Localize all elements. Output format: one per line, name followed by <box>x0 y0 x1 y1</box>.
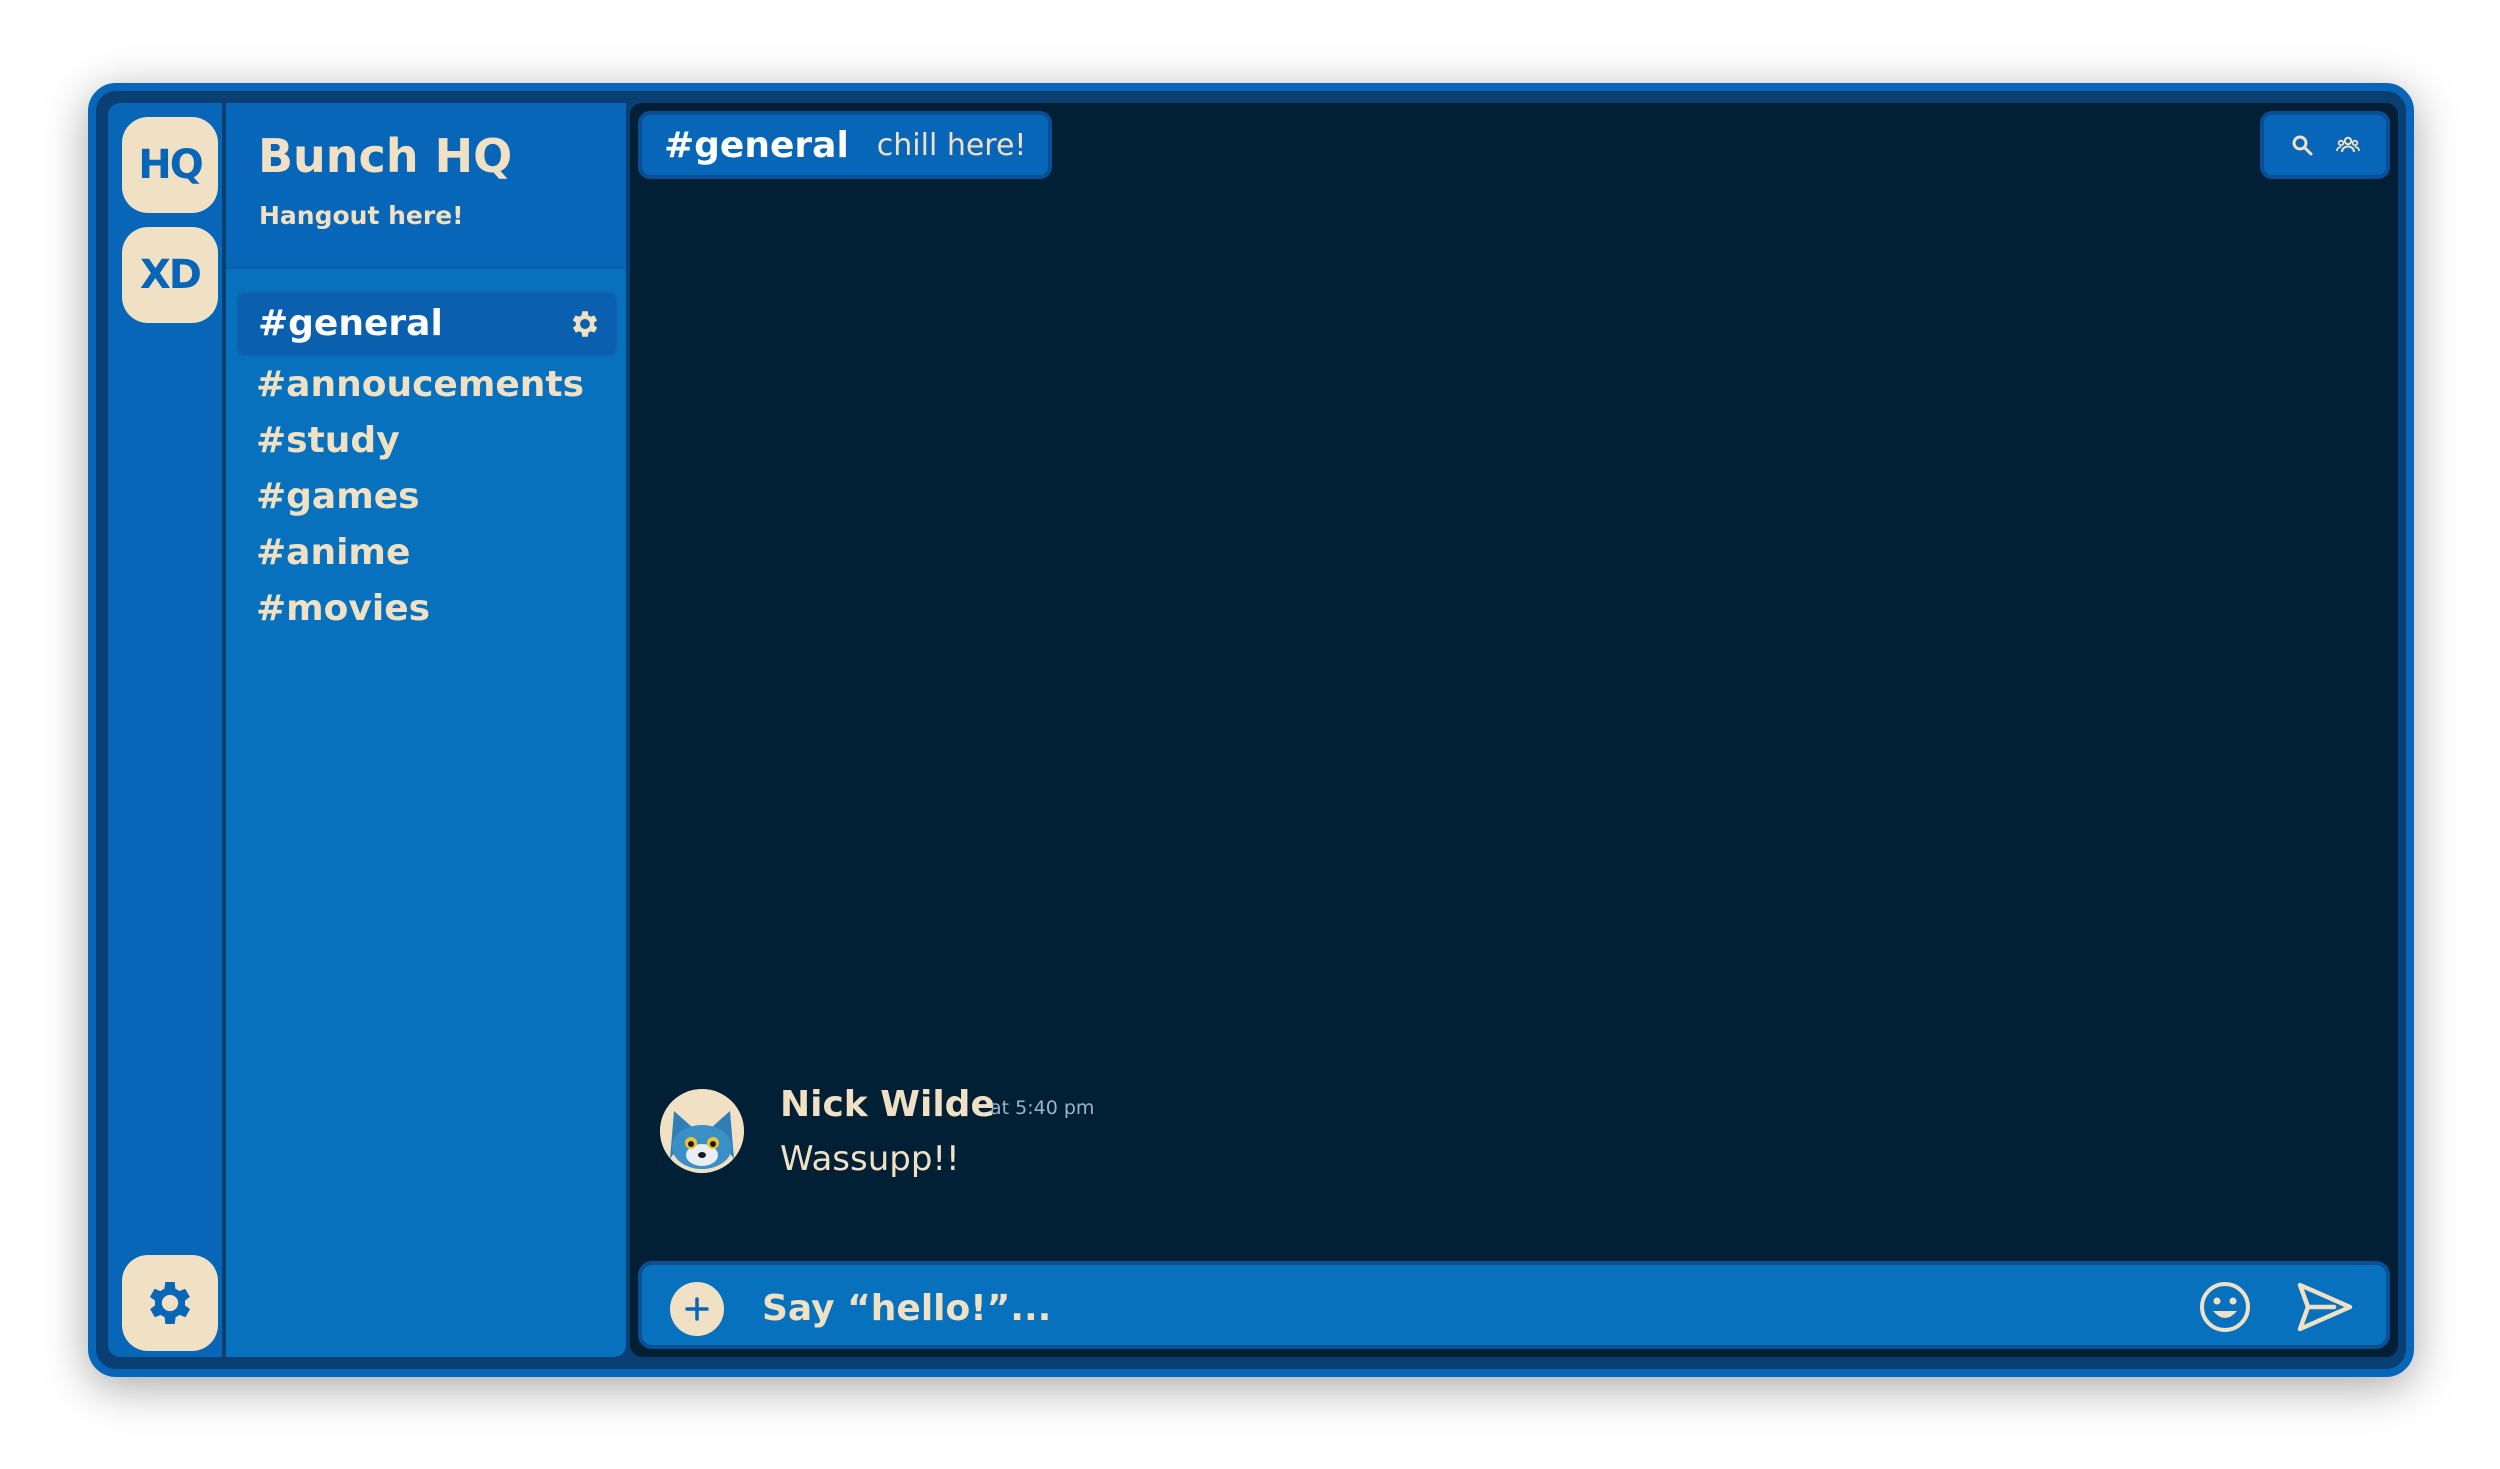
message-input[interactable] <box>760 1277 2164 1339</box>
channel-item-study[interactable]: #study <box>236 413 618 469</box>
channel-topic-bar: #general chill here! <box>638 111 1053 179</box>
chat-app-window: HQ XD Bunch HQ Hangout here! #general #a… <box>88 83 2414 1377</box>
channel-item-anime[interactable]: #anime <box>236 525 618 581</box>
message-text: Wassupp!! <box>780 1139 960 1179</box>
members-icon[interactable] <box>2336 133 2360 157</box>
channel-panel: Bunch HQ Hangout here! #general #annouce… <box>226 103 626 1357</box>
header-tools <box>2260 111 2390 179</box>
gear-icon[interactable] <box>568 307 602 341</box>
message-author[interactable]: Nick Wilde <box>780 1084 995 1125</box>
server-rail: HQ XD <box>108 103 222 1357</box>
fox-avatar-icon <box>660 1089 744 1173</box>
avatar[interactable] <box>660 1089 744 1173</box>
channel-item-games[interactable]: #games <box>236 469 618 525</box>
channel-label: #general <box>258 303 443 344</box>
user-settings-button[interactable] <box>122 1255 218 1351</box>
channel-item-general[interactable]: #general <box>236 291 618 357</box>
server-subtitle: Hangout here! <box>259 201 464 230</box>
server-header: Bunch HQ Hangout here! <box>226 103 626 269</box>
smiley-icon[interactable] <box>2197 1279 2253 1335</box>
send-icon[interactable] <box>2294 1279 2354 1335</box>
server-button-hq[interactable]: HQ <box>122 117 218 213</box>
topic-channel-name: #general <box>664 124 849 166</box>
channel-item-movies[interactable]: #movies <box>236 581 618 637</box>
server-button-xd[interactable]: XD <box>122 227 218 323</box>
add-attachment-button[interactable] <box>670 1282 724 1336</box>
topic-description: chill here! <box>876 127 1027 163</box>
server-title: Bunch HQ <box>258 129 513 183</box>
message-composer <box>638 1261 2390 1349</box>
plus-icon <box>685 1297 709 1321</box>
search-icon[interactable] <box>2290 133 2314 157</box>
channel-list: #general #annoucements #study #games #an… <box>236 291 618 637</box>
channel-item-annoucements[interactable]: #annoucements <box>236 357 618 413</box>
chat-area: #general chill here! Nick Wilde at 5:40 … <box>630 103 2398 1357</box>
gear-icon <box>149 1282 191 1324</box>
message-timestamp: at 5:40 pm <box>990 1097 1095 1119</box>
